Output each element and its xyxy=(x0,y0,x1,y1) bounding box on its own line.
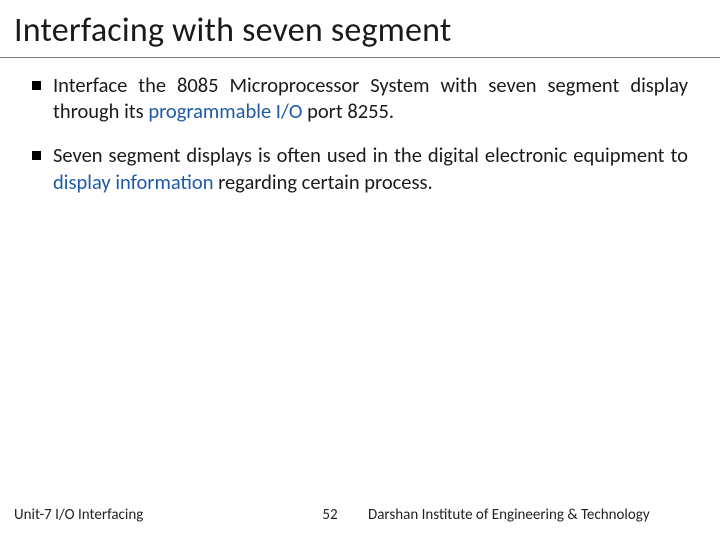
text-run: port 8255. xyxy=(302,98,394,124)
square-bullet-icon xyxy=(32,81,41,90)
bullet-item: Seven segment displays is often used in … xyxy=(32,142,688,194)
footer-institute: Darshan Institute of Engineering & Techn… xyxy=(350,506,720,524)
slide-body: Interface the 8085 Microprocessor System… xyxy=(0,58,720,195)
footer-page-number: 52 xyxy=(310,506,350,524)
bullet-text: Seven segment displays is often used in … xyxy=(53,142,688,194)
footer-unit: Unit-7 I/O Interfacing xyxy=(0,506,310,524)
slide-footer: Unit-7 I/O Interfacing 52 Darshan Instit… xyxy=(0,500,720,530)
text-run: Seven segment displays is often used in … xyxy=(53,142,688,168)
bullet-text: Interface the 8085 Microprocessor System… xyxy=(53,72,688,124)
bullet-item: Interface the 8085 Microprocessor System… xyxy=(32,72,688,124)
square-bullet-icon xyxy=(32,151,41,160)
slide-title: Interfacing with seven segment xyxy=(0,0,720,58)
keyword-text: display information xyxy=(53,169,213,195)
keyword-text: programmable I/O xyxy=(148,98,302,124)
slide: Interfacing with seven segment Interface… xyxy=(0,0,720,540)
text-run: regarding certain process. xyxy=(213,169,432,195)
